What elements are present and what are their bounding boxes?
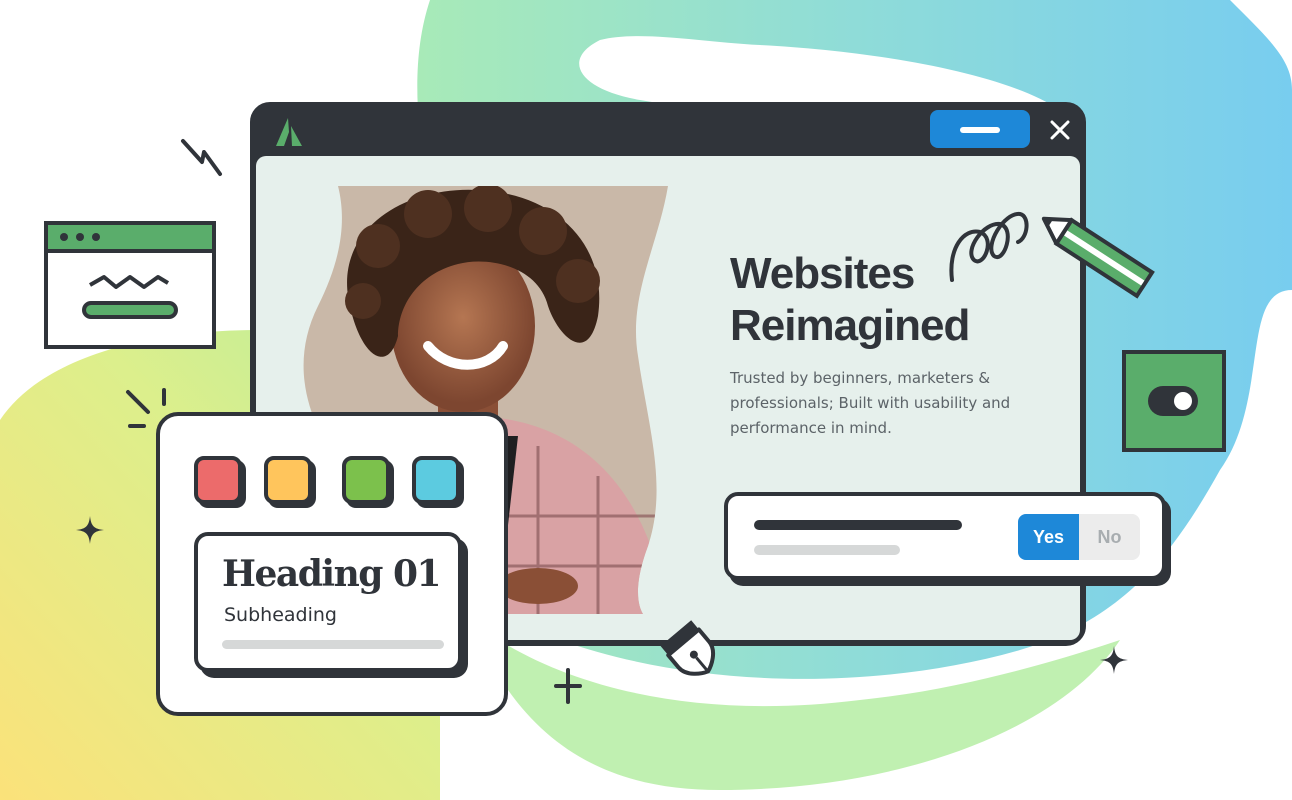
mini-browser-illustration	[44, 221, 216, 349]
yes-no-toggle: Yes No	[1018, 514, 1140, 560]
spiral-scribble-icon	[949, 212, 1029, 282]
toggle-switch[interactable]	[1148, 386, 1198, 416]
plus-sparkle-icon	[554, 668, 582, 704]
color-swatch-yellow[interactable]	[264, 456, 312, 504]
style-palette-card: Heading 01 Subheading	[156, 412, 508, 716]
sparkle-icon	[1100, 646, 1128, 674]
minimize-icon	[960, 127, 1000, 133]
triangle-logo-icon	[276, 118, 302, 146]
close-icon[interactable]	[1046, 116, 1074, 144]
pen-nib-icon	[660, 620, 716, 676]
heading-preview-card: Heading 01 Subheading	[194, 532, 462, 672]
hero-description: Trusted by beginners, marketers & profes…	[730, 369, 1011, 437]
toggle-knob	[1174, 392, 1192, 410]
placeholder-text-line	[754, 545, 900, 555]
confirm-card: Yes No	[724, 492, 1166, 580]
color-swatch-red[interactable]	[194, 456, 242, 504]
sparkle-icon	[76, 516, 104, 544]
hero-title-line2: Reimagined	[730, 301, 970, 350]
placeholder-text-line	[754, 520, 962, 530]
color-swatch-cyan[interactable]	[412, 456, 460, 504]
no-button[interactable]: No	[1079, 514, 1140, 560]
minimize-button[interactable]	[930, 110, 1030, 148]
hero-title-line1: Websites	[730, 249, 915, 298]
heading-preview: Heading 01	[222, 553, 442, 595]
placeholder-text-line	[222, 640, 444, 649]
yes-button[interactable]: Yes	[1018, 514, 1079, 560]
pencil-icon	[1041, 216, 1155, 299]
toggle-tile	[1122, 350, 1226, 452]
lightning-scribble-icon	[181, 139, 222, 176]
color-swatch-green[interactable]	[342, 456, 390, 504]
subheading-preview: Subheading	[224, 604, 337, 626]
